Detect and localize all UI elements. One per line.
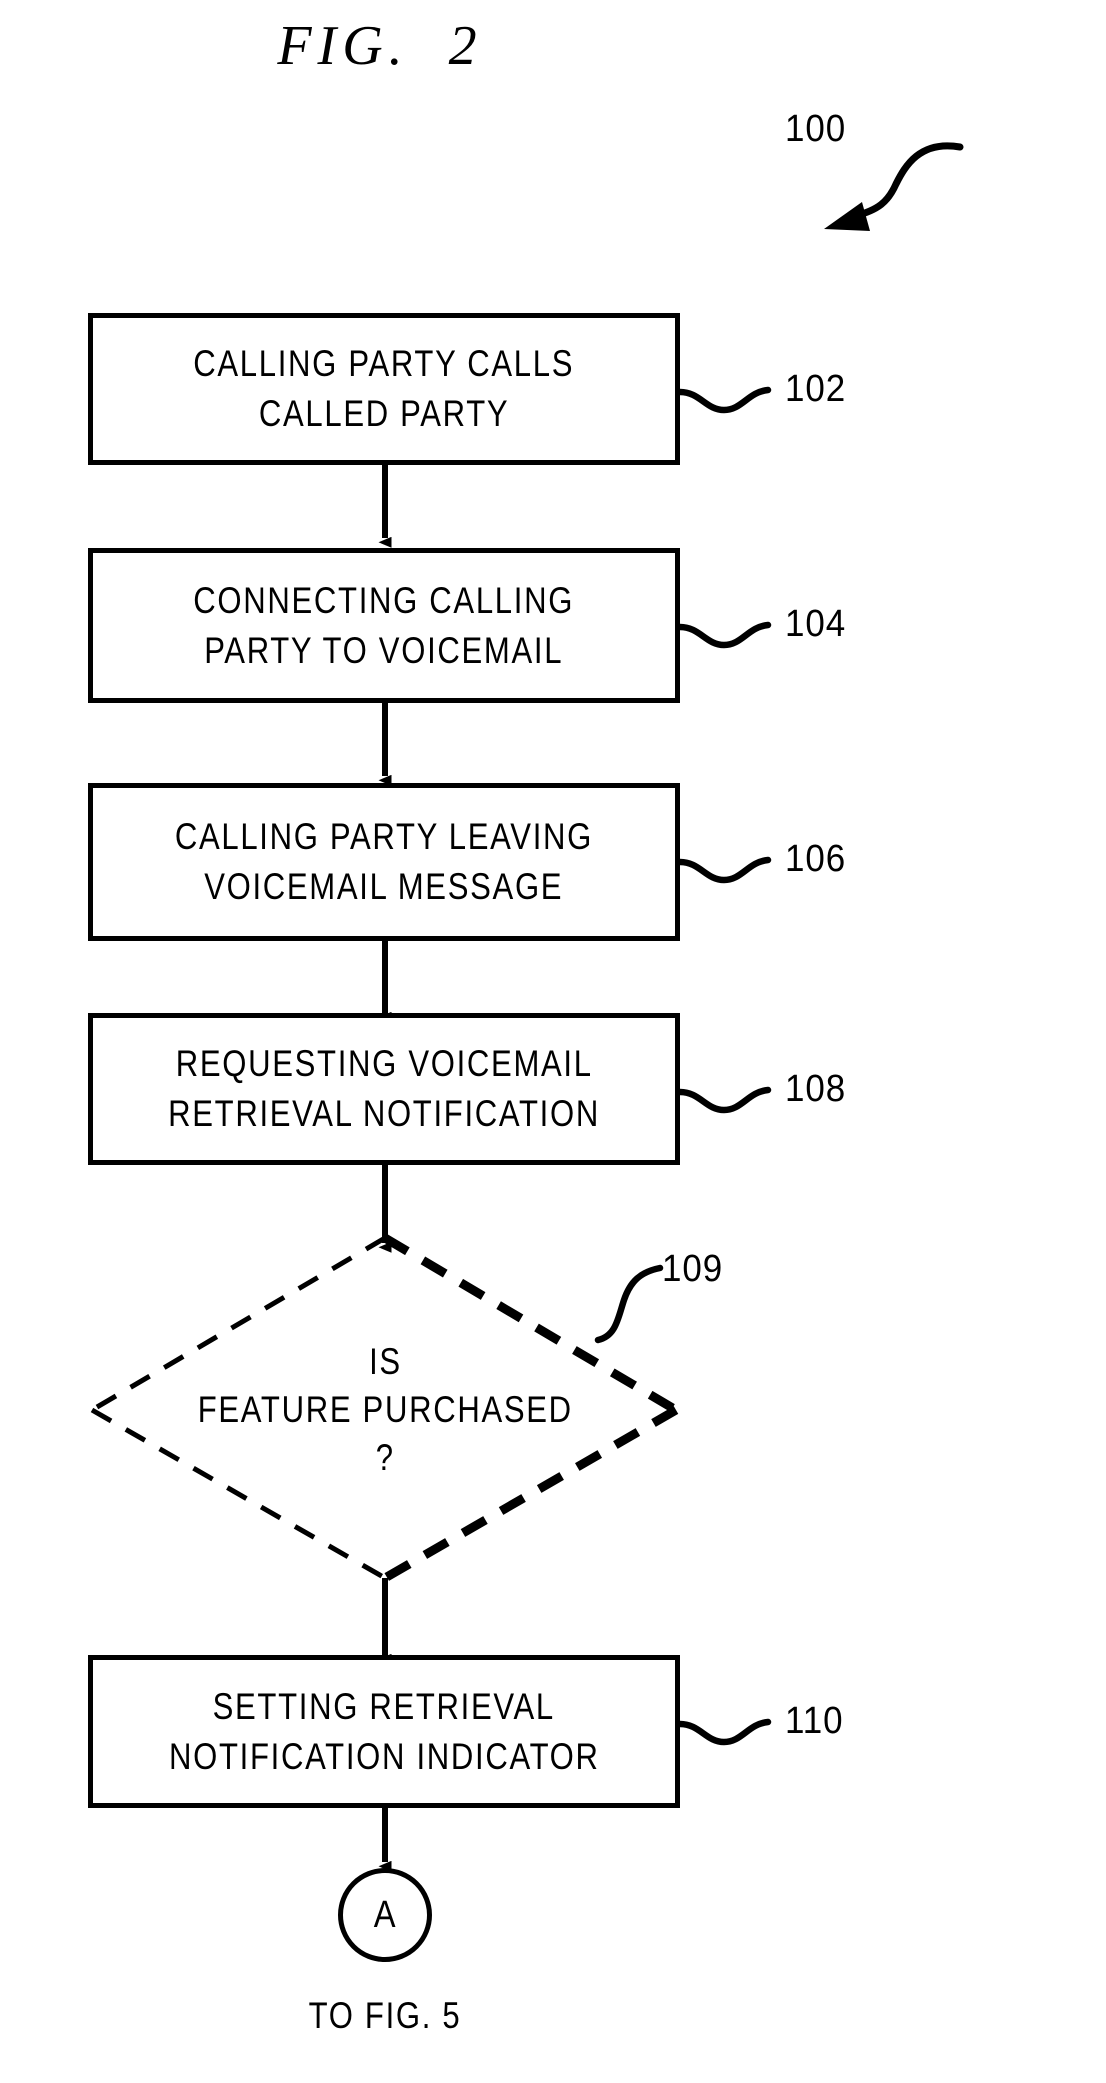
- patent-figure-page: FIG. 2 100 102 104 106 108 109 110 CALLI…: [0, 0, 1106, 2083]
- leader-100: [824, 142, 964, 231]
- process-box-104-line-1: CONNECTING CALLING: [193, 579, 575, 621]
- reference-numeral-102: 102: [785, 368, 847, 410]
- reference-numeral-109: 109: [662, 1248, 724, 1290]
- leader-102: [676, 386, 772, 414]
- process-box-106-line-1: CALLING PARTY LEAVING: [174, 816, 594, 858]
- offpage-connector-a[interactable]: A: [338, 1868, 432, 1962]
- process-box-110-line-2: NOTIFICATION INDICATOR: [168, 1735, 600, 1777]
- reference-numeral-106: 106: [785, 838, 847, 880]
- process-box-104-line-2: PARTY TO VOICEMAIL: [204, 629, 564, 671]
- leader-104: [676, 621, 772, 649]
- decision-text-109-line-1: IS: [368, 1340, 402, 1382]
- process-box-102-line-1: CALLING PARTY CALLS: [193, 343, 575, 385]
- process-box-108-line-1: REQUESTING VOICEMAIL: [175, 1043, 593, 1085]
- reference-numeral-108: 108: [785, 1068, 847, 1110]
- reference-numeral-104: 104: [785, 603, 847, 645]
- process-box-102-line-2: CALLED PARTY: [258, 393, 510, 434]
- process-box-110-line-1: SETTING RETRIEVAL: [212, 1685, 556, 1727]
- process-box-110[interactable]: SETTING RETRIEVAL NOTIFICATION INDICATOR: [88, 1655, 680, 1808]
- leader-110: [676, 1718, 772, 1746]
- decision-text-109[interactable]: IS FEATURE PURCHASED ?: [105, 1300, 665, 1520]
- process-box-106[interactable]: CALLING PARTY LEAVING VOICEMAIL MESSAGE: [88, 783, 680, 941]
- figure-bottom-caption: TO FIG. 5: [308, 1995, 462, 2036]
- process-box-108[interactable]: REQUESTING VOICEMAIL RETRIEVAL NOTIFICAT…: [88, 1013, 680, 1165]
- process-box-106-line-2: VOICEMAIL MESSAGE: [204, 866, 564, 907]
- process-box-108-line-2: RETRIEVAL NOTIFICATION: [168, 1093, 600, 1134]
- process-box-104[interactable]: CONNECTING CALLING PARTY TO VOICEMAIL: [88, 548, 680, 703]
- decision-text-109-line-3: ?: [375, 1437, 395, 1479]
- decision-text-109-line-2: FEATURE PURCHASED: [197, 1388, 573, 1430]
- process-box-102[interactable]: CALLING PARTY CALLS CALLED PARTY: [88, 313, 680, 465]
- reference-numeral-110: 110: [785, 1700, 844, 1742]
- leader-106: [676, 856, 772, 884]
- reference-numeral-100: 100: [785, 108, 847, 150]
- figure-title: FIG. 2: [277, 15, 483, 77]
- offpage-connector-a-label: A: [374, 1893, 396, 1936]
- leader-108: [676, 1086, 772, 1114]
